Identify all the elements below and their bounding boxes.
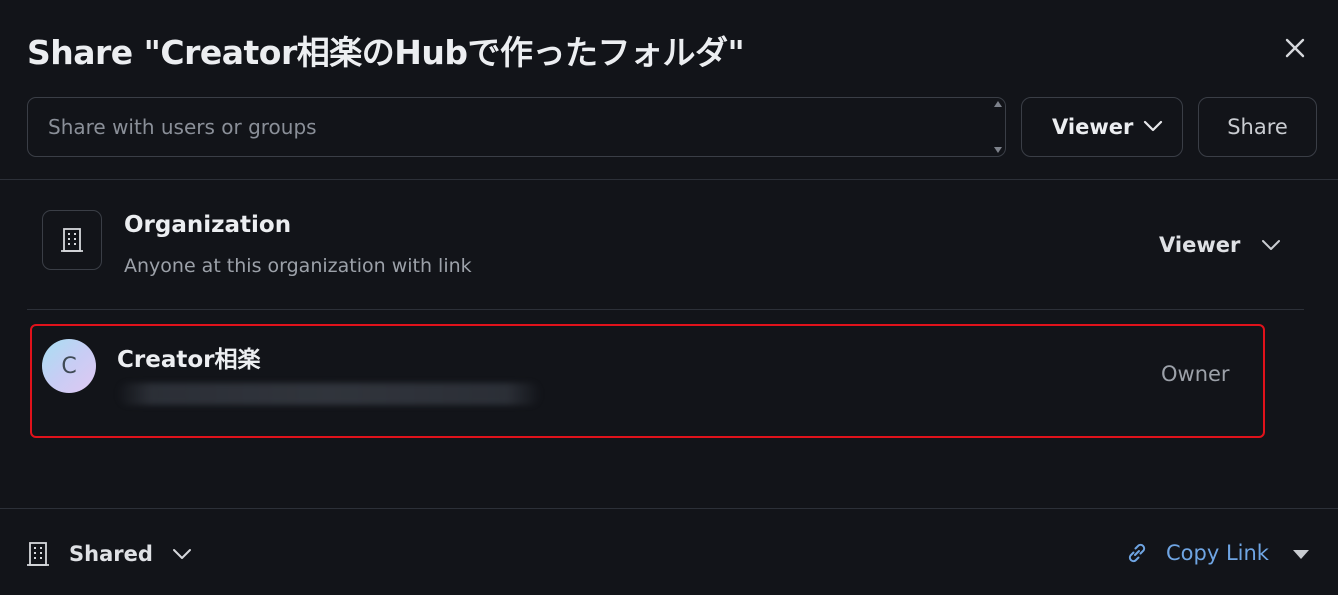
share-dialog: Share "Creator相楽のHubで作ったフォルダ" Viewer Sha…: [0, 0, 1338, 595]
share-search-input[interactable]: [28, 98, 1005, 156]
building-icon: [27, 542, 49, 566]
visibility-label: Shared: [69, 542, 153, 566]
organization-name: Organization: [124, 212, 292, 238]
spin-down-icon[interactable]: [994, 147, 1002, 153]
visibility-select[interactable]: Shared: [25, 540, 193, 568]
divider: [0, 179, 1338, 180]
close-button[interactable]: [1279, 32, 1311, 64]
spin-up-icon[interactable]: [994, 101, 1002, 107]
copy-link-label: Copy Link: [1166, 541, 1269, 565]
building-icon: [61, 228, 83, 252]
link-icon: [1128, 543, 1146, 563]
share-button[interactable]: Share: [1198, 97, 1317, 157]
chevron-down-icon: [1143, 120, 1163, 132]
organization-role-select[interactable]: Viewer: [1159, 233, 1282, 257]
user-role: Owner: [1161, 362, 1230, 386]
divider: [0, 508, 1338, 509]
chevron-down-icon: [1262, 240, 1281, 250]
copy-link-options-caret-icon[interactable]: [1293, 550, 1309, 559]
user-email-redacted: [117, 383, 541, 405]
close-icon: [1285, 38, 1305, 58]
share-role-select-value: Viewer: [1052, 115, 1134, 139]
chevron-down-icon: [172, 549, 191, 559]
copy-link-button[interactable]: Copy Link: [1124, 540, 1269, 566]
share-role-select[interactable]: Viewer: [1021, 97, 1183, 157]
divider: [27, 309, 1304, 310]
avatar: C: [42, 339, 96, 393]
user-name: Creator相楽: [117, 347, 261, 373]
organization-role-value: Viewer: [1159, 233, 1241, 257]
dialog-title: Share "Creator相楽のHubで作ったフォルダ": [27, 33, 745, 72]
organization-description: Anyone at this organization with link: [124, 255, 472, 277]
share-search-box: [27, 97, 1006, 157]
organization-icon-box: [42, 210, 102, 270]
